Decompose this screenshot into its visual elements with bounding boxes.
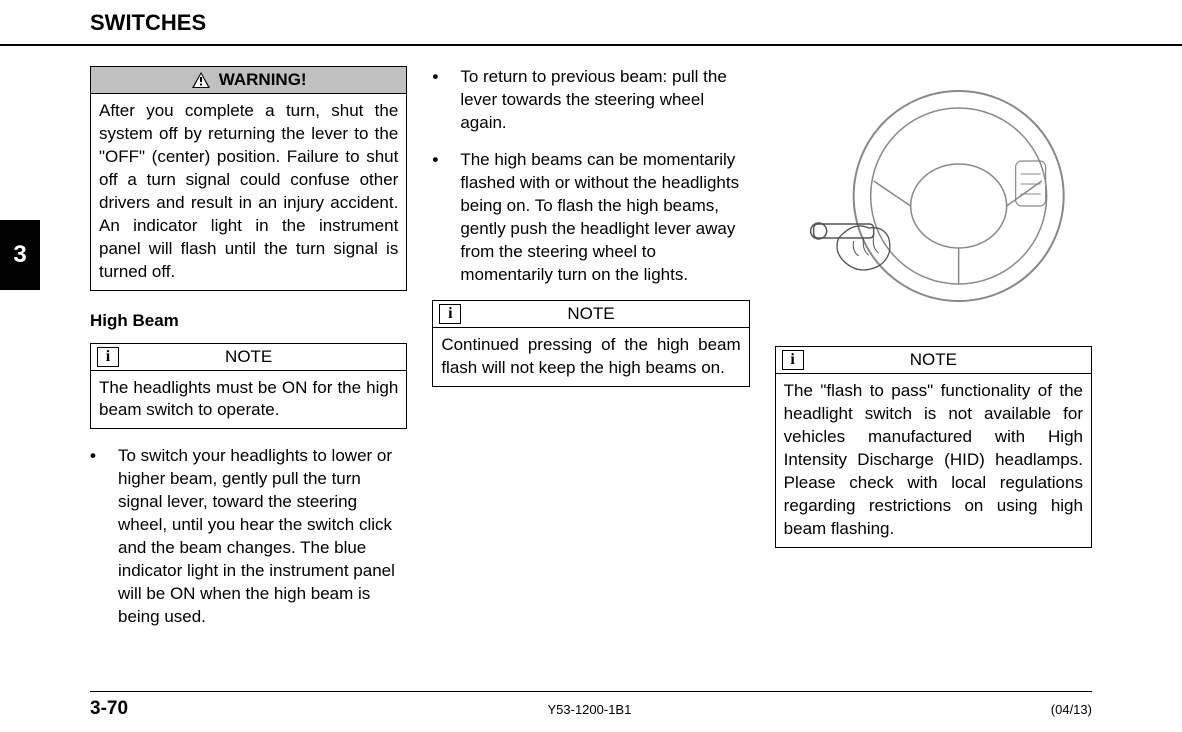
bullet-icon: • [90, 445, 118, 629]
note-body-text: Continued pressing of the high beam flas… [433, 328, 748, 386]
note-header: i NOTE [91, 344, 406, 371]
info-icon: i [439, 304, 461, 324]
page-footer: 3-70 Y53-1200-1B1 (04/13) [90, 691, 1092, 720]
column-2: • To return to previous beam: pull the l… [432, 66, 749, 643]
warning-body-text: After you complete a turn, shut the syst… [91, 94, 406, 290]
bullet-list: • To switch your headlights to lower or … [90, 445, 407, 629]
note-body-text: The "flash to pass" functionality of the… [776, 374, 1091, 547]
page-header: SWITCHES [0, 0, 1182, 46]
note-body-text: The headlights must be ON for the high b… [91, 371, 406, 429]
bullet-text: The high beams can be momentarily flashe… [460, 149, 749, 287]
note-box-3: i NOTE The "flash to pass" functionality… [775, 346, 1092, 548]
note-header: i NOTE [776, 347, 1091, 374]
note-label: NOTE [469, 304, 742, 324]
bullet-text: To switch your headlights to lower or hi… [118, 445, 407, 629]
chapter-tab: 3 [0, 220, 40, 290]
bullet-text: To return to previous beam: pull the lev… [460, 66, 749, 135]
note-box-1: i NOTE The headlights must be ON for the… [90, 343, 407, 430]
list-item: • To switch your headlights to lower or … [90, 445, 407, 629]
list-item: • To return to previous beam: pull the l… [432, 66, 749, 135]
page-number: 3-70 [90, 698, 128, 720]
warning-header: WARNING! [91, 67, 406, 94]
warning-triangle-icon [191, 71, 211, 89]
document-date: (04/13) [1051, 702, 1092, 717]
bullet-list: • To return to previous beam: pull the l… [432, 66, 749, 286]
note-box-2: i NOTE Continued pressing of the high be… [432, 300, 749, 387]
high-beam-heading: High Beam [90, 311, 407, 331]
info-icon: i [97, 347, 119, 367]
column-1: WARNING! After you complete a turn, shut… [90, 66, 407, 643]
steering-wheel-figure [775, 66, 1092, 326]
steering-wheel-icon [775, 66, 1092, 326]
column-3: i NOTE The "flash to pass" functionality… [775, 66, 1092, 643]
bullet-icon: • [432, 66, 460, 135]
page-title: SWITCHES [90, 10, 206, 35]
note-header: i NOTE [433, 301, 748, 328]
note-label: NOTE [127, 347, 400, 367]
chapter-number: 3 [13, 241, 26, 269]
document-code: Y53-1200-1B1 [547, 702, 631, 717]
content-area: WARNING! After you complete a turn, shut… [0, 66, 1182, 643]
bullet-icon: • [432, 149, 460, 287]
note-label: NOTE [812, 350, 1085, 370]
info-icon: i [782, 350, 804, 370]
warning-box: WARNING! After you complete a turn, shut… [90, 66, 407, 291]
list-item: • The high beams can be momentarily flas… [432, 149, 749, 287]
warning-label: WARNING! [219, 70, 307, 90]
